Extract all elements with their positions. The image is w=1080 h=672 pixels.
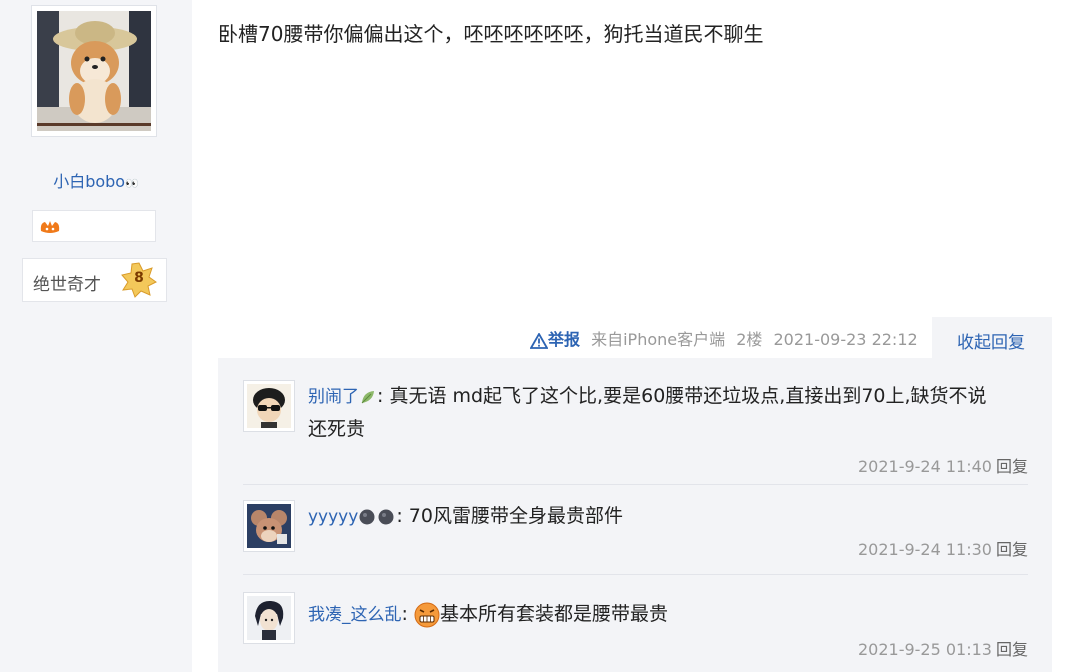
reply-separator: : — [401, 603, 408, 625]
level-title: 绝世奇才 — [33, 275, 101, 295]
cartoon-mouse-avatar — [247, 504, 291, 548]
reply-button[interactable]: 回复 — [996, 457, 1028, 476]
report-link[interactable]: 举报 — [530, 330, 585, 349]
author-badge-box[interactable] — [32, 210, 156, 242]
post-client: 来自iPhone客户端 — [591, 330, 726, 349]
report-label: 举报 — [548, 330, 581, 349]
reply-panel: 别闹了: 真无语 md起飞了这个比,要是60腰带还垃圾点,直接出到70上,缺货不… — [218, 358, 1052, 672]
reply-username[interactable]: yyyyy — [308, 507, 358, 527]
author-avatar[interactable] — [31, 5, 157, 137]
reply-content: yyyyy: 70风雷腰带全身最贵部件 — [308, 500, 1028, 533]
anime-character-avatar — [247, 596, 291, 640]
reply-avatar[interactable] — [243, 592, 295, 644]
grimace-emoji-icon — [414, 602, 440, 627]
reply-meta: 2021-9-24 11:40 回复 — [858, 453, 1028, 477]
post-time: 2021-09-23 22:12 — [773, 330, 918, 349]
reply-content: 别闹了: 真无语 md起飞了这个比,要是60腰带还垃圾点,直接出到70上,缺货不… — [308, 380, 1028, 445]
reply-meta: 2021-9-24 11:30 回复 — [858, 536, 1028, 560]
reply-divider — [243, 574, 1028, 575]
post-meta-bar: 举报 来自iPhone客户端 2楼 2021-09-23 22:12 — [530, 326, 924, 350]
level-number: 8 — [134, 270, 144, 286]
collapse-replies-button[interactable]: 收起回复 — [957, 328, 1025, 353]
cartoon-boy-sunglasses-avatar — [247, 384, 291, 428]
reply-avatar[interactable] — [243, 380, 295, 432]
level-star-icon: 8 — [121, 262, 157, 298]
post-content: 卧槽70腰带你偏偏出这个，呸呸呸呸呸呸，狗托当道民不聊生 — [218, 22, 764, 46]
reply-time: 2021-9-24 11:40 — [857, 457, 992, 476]
reply-text-continued: 还死贵 — [308, 418, 366, 440]
reply-text: 真无语 md起飞了这个比,要是60腰带还垃圾点,直接出到70上,缺货不说 — [389, 385, 987, 407]
reply-content: 我凑_这么乱: 基本所有套装都是腰带最贵 — [308, 598, 1028, 631]
author-sidebar: 小白bobo👀 绝世奇才 8 — [0, 0, 192, 672]
shiba-dog-avatar-image — [37, 11, 151, 131]
eyes-emoji-icon: 👀 — [125, 177, 139, 190]
author-level-box[interactable]: 绝世奇才 8 — [22, 258, 167, 302]
reply-button[interactable]: 回复 — [996, 540, 1028, 559]
reply-text: 70风雷腰带全身最贵部件 — [408, 505, 623, 527]
reply-time: 2021-9-25 01:13 — [857, 640, 992, 659]
collapse-replies-tab[interactable]: 收起回复 — [932, 317, 1052, 359]
reply-button[interactable]: 回复 — [996, 640, 1028, 659]
reply-separator: : — [396, 505, 403, 527]
reply-username[interactable]: 别闹了 — [308, 387, 359, 407]
reply-divider — [243, 484, 1028, 485]
author-name: 小白bobo — [53, 172, 126, 191]
reply-separator: : — [377, 385, 384, 407]
reply-username[interactable]: 我凑_这么乱 — [308, 605, 402, 625]
post-floor: 2楼 — [736, 330, 763, 349]
orange-badge-icon — [40, 221, 60, 233]
warning-triangle-icon — [530, 332, 548, 349]
reply-meta: 2021-9-25 01:13 回复 — [858, 636, 1028, 660]
dark-balls-icon — [359, 509, 394, 524]
reply-avatar[interactable] — [243, 500, 295, 552]
leaf-icon — [361, 390, 374, 403]
author-username[interactable]: 小白bobo👀 — [0, 168, 192, 192]
reply-time: 2021-9-24 11:30 — [857, 540, 992, 559]
reply-text: 基本所有套装都是腰带最贵 — [439, 603, 668, 625]
